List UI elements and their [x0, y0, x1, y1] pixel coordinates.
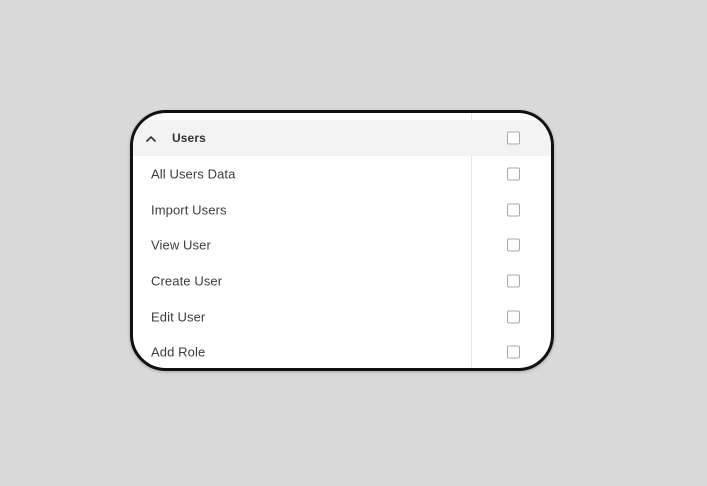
permission-label: Import Users	[151, 202, 227, 218]
permission-checkbox[interactable]	[507, 345, 520, 359]
permission-row-create-user: Create User	[133, 263, 551, 299]
permission-label: Edit User	[151, 309, 206, 325]
permission-row-import-users: Import Users	[133, 192, 551, 228]
permission-checkbox[interactable]	[507, 238, 520, 252]
permission-group-users[interactable]: Users	[133, 120, 551, 156]
permission-row-add-role: Add Role	[133, 334, 551, 368]
permission-label: Add Role	[151, 344, 206, 360]
permission-checkbox[interactable]	[507, 167, 520, 181]
permission-checkbox[interactable]	[507, 274, 520, 288]
permission-checkbox[interactable]	[507, 203, 520, 217]
permission-group-label: Users	[172, 131, 206, 145]
permission-row-edit-user: Edit User	[133, 299, 551, 335]
permission-row-view-user: View User	[133, 227, 551, 263]
permission-row-all-users-data: All Users Data	[133, 156, 551, 192]
permission-label: All Users Data	[151, 166, 236, 182]
permission-label: View User	[151, 237, 211, 253]
chevron-up-icon[interactable]	[145, 132, 157, 144]
permissions-panel: Users All Users Data Import Users View U…	[130, 110, 554, 371]
permission-label: Create User	[151, 273, 223, 289]
permission-checkbox[interactable]	[507, 310, 520, 324]
permission-group-checkbox[interactable]	[507, 131, 520, 145]
